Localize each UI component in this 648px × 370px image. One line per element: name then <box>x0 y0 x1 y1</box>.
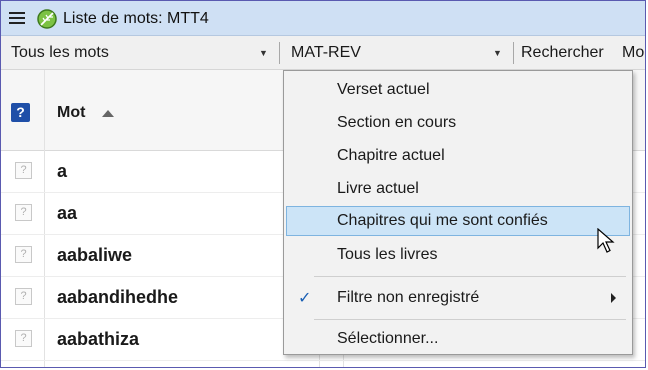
word-cell: aabaliwe <box>57 245 133 265</box>
hamburger-menu-icon[interactable] <box>9 12 25 24</box>
word-filter-dropdown[interactable]: Tous les mots ▼ <box>11 36 273 69</box>
word-filter-value: Tous les mots <box>11 44 109 61</box>
window-title: Liste de mots: MTT4 <box>63 10 209 27</box>
mouse-pointer-icon <box>597 228 615 253</box>
chevron-down-icon: ▼ <box>493 48 502 58</box>
column-header-word[interactable]: Mot <box>57 104 85 122</box>
menu-item-label: Verset actuel <box>337 81 430 98</box>
word-cell: aabathiza <box>57 329 140 349</box>
menu-item-label: Filtre non enregistré <box>337 289 480 306</box>
menu-separator <box>314 319 626 320</box>
status-unknown-icon: ? <box>15 162 32 179</box>
filter-separator <box>279 42 280 64</box>
menu-item-label: Tous les livres <box>337 246 438 263</box>
help-icon[interactable]: ? <box>11 103 30 122</box>
word-cell: aabandihedhe <box>57 287 179 307</box>
menu-item-current-verse[interactable]: Verset actuel <box>286 75 630 105</box>
status-unknown-icon: ? <box>15 246 32 263</box>
submenu-arrow-icon <box>611 293 616 303</box>
menu-item-current-book[interactable]: Livre actuel <box>286 174 630 204</box>
status-unknown-icon: ? <box>15 330 32 347</box>
search-label[interactable]: Rechercher <box>521 44 604 62</box>
menu-item-label: Livre actuel <box>337 180 419 197</box>
title-bar: Liste de mots: MTT4 <box>1 1 645 36</box>
word-cell: aa <box>57 203 78 223</box>
menu-item-label: Sélectionner... <box>337 330 439 347</box>
scope-filter-dropdown[interactable]: MAT-REV ▼ <box>291 36 503 69</box>
filter-separator <box>513 42 514 64</box>
status-unknown-icon: ? <box>15 288 32 305</box>
word-list-window: Liste de mots: MTT4 Tous les mots ▼ MAT-… <box>0 0 646 368</box>
menu-item-label: Chapitres qui me sont confiés <box>337 212 548 229</box>
menu-item-current-chapter[interactable]: Chapitre actuel <box>286 141 630 171</box>
menu-item-label: Section en cours <box>337 114 457 131</box>
filter-bar: Tous les mots ▼ MAT-REV ▼ Rechercher Mo <box>1 36 645 70</box>
leaf-icon <box>37 9 57 29</box>
menu-separator <box>314 276 626 277</box>
sort-ascending-icon[interactable] <box>102 110 114 117</box>
checkmark-icon: ✓ <box>298 290 312 307</box>
chevron-down-icon: ▼ <box>259 48 268 58</box>
menu-item-all-books[interactable]: Tous les livres <box>286 240 630 270</box>
truncated-field-label: Mo <box>622 44 645 61</box>
menu-item-assigned-chapters[interactable]: Chapitres qui me sont confiés <box>286 206 630 236</box>
word-cell: a <box>57 161 68 181</box>
scope-dropdown-menu: Verset actuel Section en cours Chapitre … <box>283 70 633 355</box>
menu-item-label: Chapitre actuel <box>337 147 445 164</box>
menu-item-unsaved-filter[interactable]: ✓ Filtre non enregistré <box>286 283 630 313</box>
menu-item-select[interactable]: Sélectionner... <box>286 324 630 354</box>
scope-filter-value: MAT-REV <box>291 44 361 61</box>
status-unknown-icon: ? <box>15 204 32 221</box>
menu-item-current-section[interactable]: Section en cours <box>286 108 630 138</box>
